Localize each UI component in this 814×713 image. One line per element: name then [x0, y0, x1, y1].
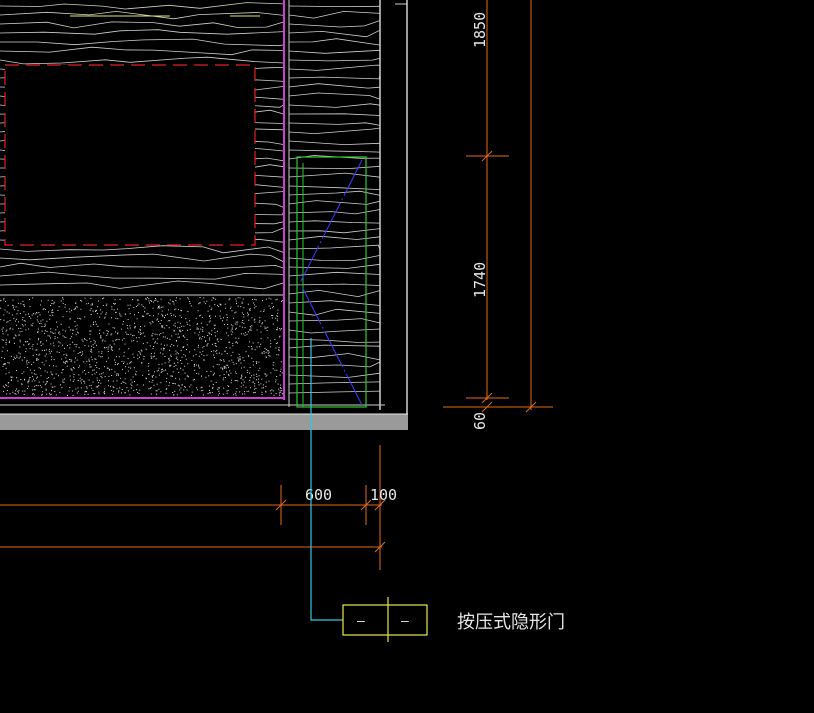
stone-speckle-panel [0, 294, 284, 396]
horizontal-dimension [0, 445, 386, 570]
callout-tag-left: – [357, 614, 365, 629]
dimension-100: 100 [370, 486, 397, 504]
red-dashed-opening [4, 64, 256, 246]
dimension-1740: 1740 [471, 262, 489, 298]
callout-leader-line [310, 338, 343, 621]
callout-tag-right: – [401, 614, 409, 629]
floor-slab [0, 414, 408, 430]
dimension-1850: 1850 [471, 12, 489, 48]
vertical-dimension [443, 0, 553, 413]
dimension-60: 60 [471, 412, 489, 430]
dimension-600: 600 [305, 486, 332, 504]
door-swing-line [299, 159, 363, 406]
callout-tag-box [342, 604, 428, 636]
cad-drawing: 1850 1740 60 600 100 – – 按压式隐形门 [0, 0, 565, 642]
callout-label: 按压式隐形门 [457, 612, 565, 633]
